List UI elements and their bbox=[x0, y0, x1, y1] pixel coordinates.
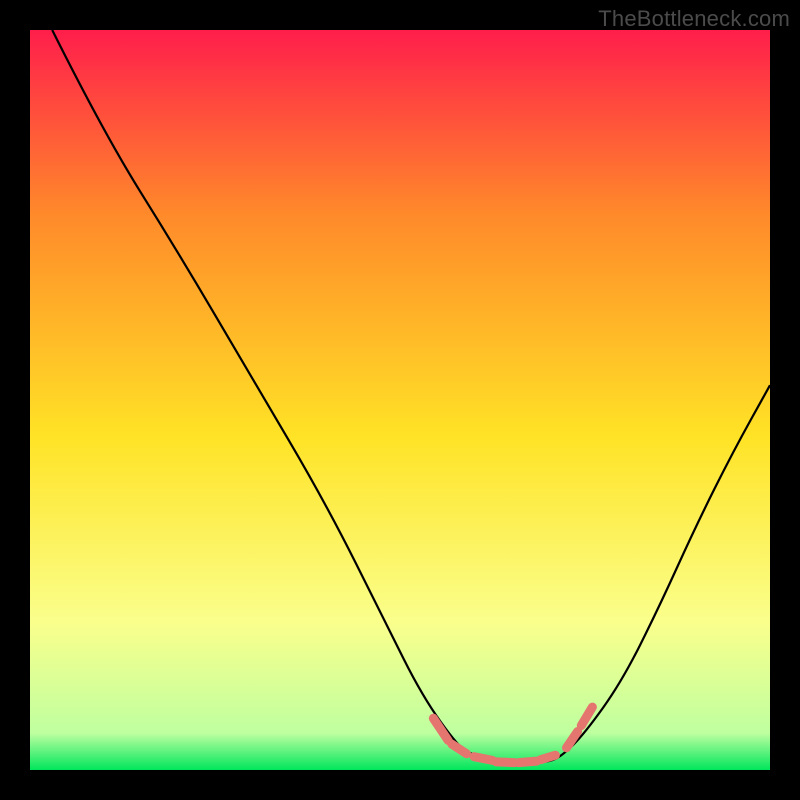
chart-plot bbox=[30, 30, 770, 770]
marker-segment bbox=[496, 762, 515, 763]
chart-background bbox=[30, 30, 770, 770]
marker-segment bbox=[474, 757, 493, 761]
chart-svg bbox=[30, 30, 770, 770]
marker-segment bbox=[518, 761, 537, 762]
marker-segment bbox=[541, 755, 556, 759]
watermark-text: TheBottleneck.com bbox=[598, 6, 790, 32]
chart-frame: TheBottleneck.com bbox=[0, 0, 800, 800]
